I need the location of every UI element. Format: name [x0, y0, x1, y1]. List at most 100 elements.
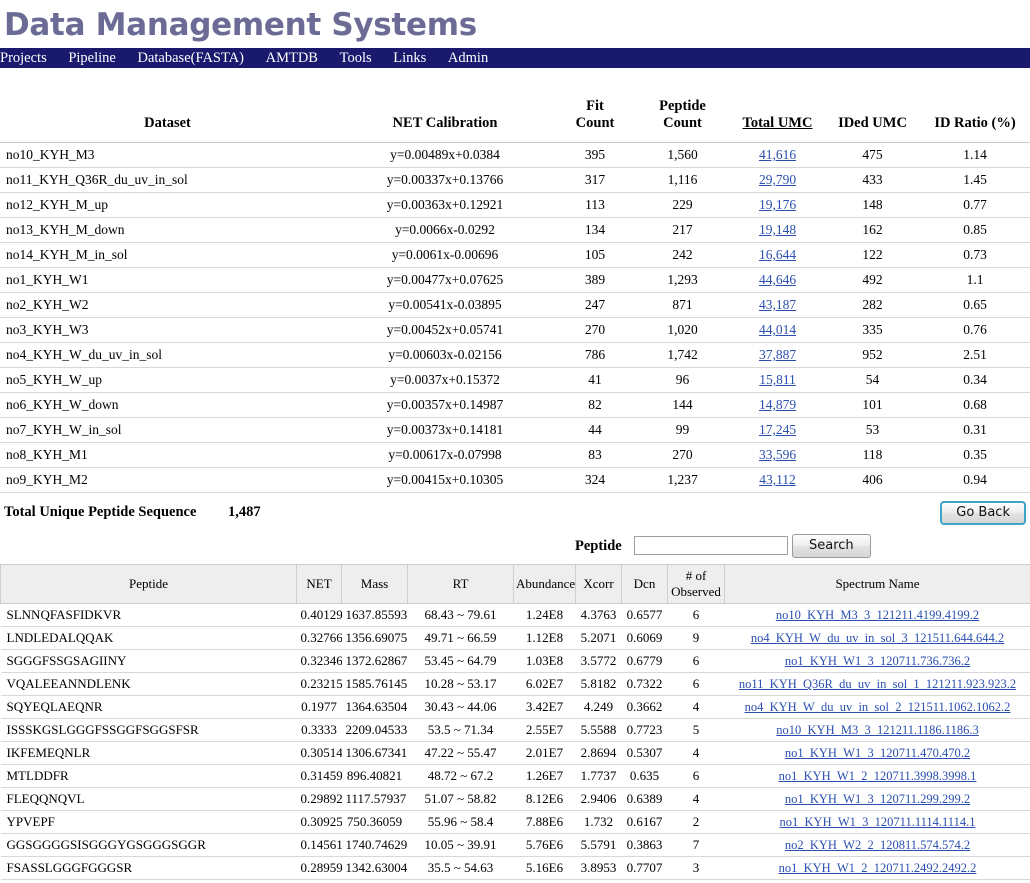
total-umc-link[interactable]: 41,616: [759, 147, 796, 162]
spectrum-name-link[interactable]: no1_KYH_W1_3_120711.470.470.2: [785, 746, 970, 760]
cell-observed-count: 7: [667, 833, 725, 857]
table-row: no5_KYH_W_up y=0.0037x+0.15372 41 96 15,811 5…: [0, 367, 1030, 393]
cell-net-calibration: y=0.00415x+0.10305: [335, 467, 555, 493]
total-umc-link[interactable]: 43,112: [759, 472, 796, 487]
cell-id-ratio: 0.65: [920, 292, 1030, 318]
cell-net-calibration: y=0.00541x-0.03895: [335, 292, 555, 318]
nav-item-projects[interactable]: Projects: [0, 48, 59, 68]
cell-dcn: 0.3863: [621, 833, 668, 857]
table-row: IKFEMEQNLR 0.30514 1306.67341 47.22 ~ 55.47…: [0, 741, 1030, 765]
table-row: YPVEPF 0.30925 750.36059 55.96 ~ 58.4 7.88E6…: [0, 810, 1030, 834]
spectrum-name-link[interactable]: no1_KYH_W1_3_120711.1114.1114.1: [780, 815, 976, 829]
spectrum-name-link[interactable]: no1_KYH_W1_3_120711.299.299.2: [785, 792, 970, 806]
nav-item-amtdb[interactable]: AMTDB: [266, 48, 330, 68]
total-umc-link[interactable]: 37,887: [759, 347, 796, 362]
cell-mass: 1342.63004: [341, 856, 408, 880]
total-umc-link[interactable]: 16,644: [759, 247, 796, 262]
spectrum-name-link[interactable]: no4_KYH_W_du_uv_in_sol_3_121511.644.644.…: [751, 631, 1004, 645]
cell-peptide-sequence: SGGGFSSGSAGIINY: [0, 649, 297, 673]
cell-id-ratio: 2.51: [920, 342, 1030, 368]
total-umc-link[interactable]: 19,176: [759, 197, 796, 212]
cell-abundance: 1.24E8: [513, 603, 576, 627]
nav-item-tools[interactable]: Tools: [340, 48, 384, 68]
cell-net: 0.3333: [296, 718, 342, 742]
cell-abundance: 8.12E6: [513, 787, 576, 811]
cell-abundance: 5.16E6: [513, 856, 576, 880]
cell-abundance: 7.88E6: [513, 810, 576, 834]
col-header-net: NET: [296, 564, 342, 604]
total-unique-peptide-label: Total Unique Peptide Sequence: [4, 504, 197, 520]
total-umc-link[interactable]: 14,879: [759, 397, 796, 412]
peptide-header-row: Peptide NET Mass RT Abundance Xcorr Dcn …: [0, 564, 1030, 604]
page-root: Data Management Systems Projects Pipelin…: [0, 0, 1030, 883]
cell-dataset-name: no13_KYH_M_down: [0, 217, 335, 243]
col-header-peptide-count: Peptide Count: [635, 94, 730, 143]
spectrum-name-link[interactable]: no1_KYH_W1_2_120711.2492.2492.2: [779, 861, 977, 875]
cell-net-calibration: y=0.0037x+0.15372: [335, 367, 555, 393]
cell-ided-umc: 122: [825, 242, 920, 268]
spectrum-name-link[interactable]: no10_KYH_M3_3_121211.1186.1186.3: [776, 723, 978, 737]
cell-net-calibration: y=0.00337x+0.13766: [335, 167, 555, 193]
cell-net-calibration: y=0.00373x+0.14181: [335, 417, 555, 443]
cell-id-ratio: 1.1: [920, 267, 1030, 293]
total-umc-link[interactable]: 29,790: [759, 172, 796, 187]
cell-net: 0.32766: [296, 626, 342, 650]
cell-peptide-sequence: YPVEPF: [0, 810, 297, 834]
table-row: SQYEQLAEQNR 0.1977 1364.63504 30.43 ~ 44.06…: [0, 695, 1030, 719]
cell-dataset-name: no7_KYH_W_in_sol: [0, 417, 335, 443]
cell-rt: 10.05 ~ 39.91: [407, 833, 514, 857]
total-umc-link[interactable]: 44,646: [759, 272, 796, 287]
cell-peptide-sequence: IKFEMEQNLR: [0, 741, 297, 765]
cell-net: 0.28959: [296, 856, 342, 880]
spectrum-name-link[interactable]: no4_KYH_W_du_uv_in_sol_2_121511.1062.106…: [745, 700, 1011, 714]
cell-abundance: 4.83E6: [513, 879, 576, 883]
cell-spectrum-name: no11_KYH_Q36R_du_uv_in_sol_1_121211.923.…: [724, 672, 1030, 696]
cell-mass: 1585.76145: [341, 672, 408, 696]
cell-id-ratio: 0.94: [920, 467, 1030, 493]
cell-peptide-count: 1,293: [635, 267, 730, 293]
total-umc-link[interactable]: 33,596: [759, 447, 796, 462]
cell-total-umc: 15,811: [730, 367, 825, 393]
go-back-button[interactable]: Go Back: [940, 501, 1026, 525]
total-unique-peptide-value: 1,487: [228, 504, 261, 520]
cell-observed-count: 6: [667, 649, 725, 673]
total-umc-link[interactable]: 15,811: [759, 372, 796, 387]
total-umc-link[interactable]: 19,148: [759, 222, 796, 237]
total-umc-link[interactable]: 43,187: [759, 297, 796, 312]
cell-spectrum-name: no2_KYH_W2_2_120811.574.574.2: [724, 833, 1030, 857]
total-umc-link[interactable]: 17,245: [759, 422, 796, 437]
cell-peptide-count: 1,237: [635, 467, 730, 493]
table-row: no10_KYH_M3 y=0.00489x+0.0384 395 1,560 41,6…: [0, 142, 1030, 168]
cell-rt: 30.43 ~ 44.06: [407, 695, 514, 719]
cell-rt: 48.72 ~ 67.2: [407, 764, 514, 788]
spectrum-name-link[interactable]: no1_KYH_W1_2_120711.3998.3998.1: [779, 769, 977, 783]
cell-net-calibration: y=0.00603x-0.02156: [335, 342, 555, 368]
cell-dataset-name: no6_KYH_W_down: [0, 392, 335, 418]
search-button[interactable]: Search: [792, 534, 871, 558]
cell-spectrum-name: no1_KYH_W1_3_120711.1114.1114.1: [724, 810, 1030, 834]
cell-observed-count: 9: [667, 626, 725, 650]
col-header-rt: RT: [407, 564, 514, 604]
cell-xcorr: 5.2071: [575, 626, 622, 650]
cell-spectrum-name: no10_KYH_M3_3_121211.1186.1186.3: [724, 718, 1030, 742]
table-row: MTLDDFR 0.31459 896.40821 48.72 ~ 67.2 1.26E…: [0, 764, 1030, 788]
table-row: no8_KYH_M1 y=0.00617x-0.07998 83 270 33,596 1…: [0, 442, 1030, 468]
nav-item-links[interactable]: Links: [393, 48, 438, 68]
cell-rt: 53.5 ~ 71.34: [407, 718, 514, 742]
spectrum-name-link[interactable]: no11_KYH_Q36R_du_uv_in_sol_1_121211.923.…: [739, 677, 1016, 691]
cell-dcn: 0.6779: [621, 649, 668, 673]
nav-item-pipeline[interactable]: Pipeline: [68, 48, 128, 68]
cell-fit-count: 83: [555, 442, 635, 468]
spectrum-name-link[interactable]: no2_KYH_W2_2_120811.574.574.2: [785, 838, 970, 852]
peptide-table-body: SLNNQFASFIDKVR 0.40129 1637.85593 68.43 ~ 7…: [0, 603, 1030, 883]
cell-peptide-sequence: FLEQQNQVL: [0, 787, 297, 811]
nav-item-database-fasta[interactable]: Database(FASTA): [138, 48, 256, 68]
total-umc-link[interactable]: 44,014: [759, 322, 796, 337]
nav-item-admin[interactable]: Admin: [448, 48, 500, 68]
spectrum-name-link[interactable]: no10_KYH_M3_3_121211.4199.4199.2: [776, 608, 979, 622]
peptide-search-input[interactable]: [634, 536, 788, 555]
cell-ided-umc: 282: [825, 292, 920, 318]
spectrum-name-link[interactable]: no1_KYH_W1_3_120711.736.736.2: [785, 654, 970, 668]
cell-dcn: 0.3662: [621, 695, 668, 719]
cell-spectrum-name: no4_KYH_W_du_uv_in_sol_3_121511.644.644.…: [724, 626, 1030, 650]
